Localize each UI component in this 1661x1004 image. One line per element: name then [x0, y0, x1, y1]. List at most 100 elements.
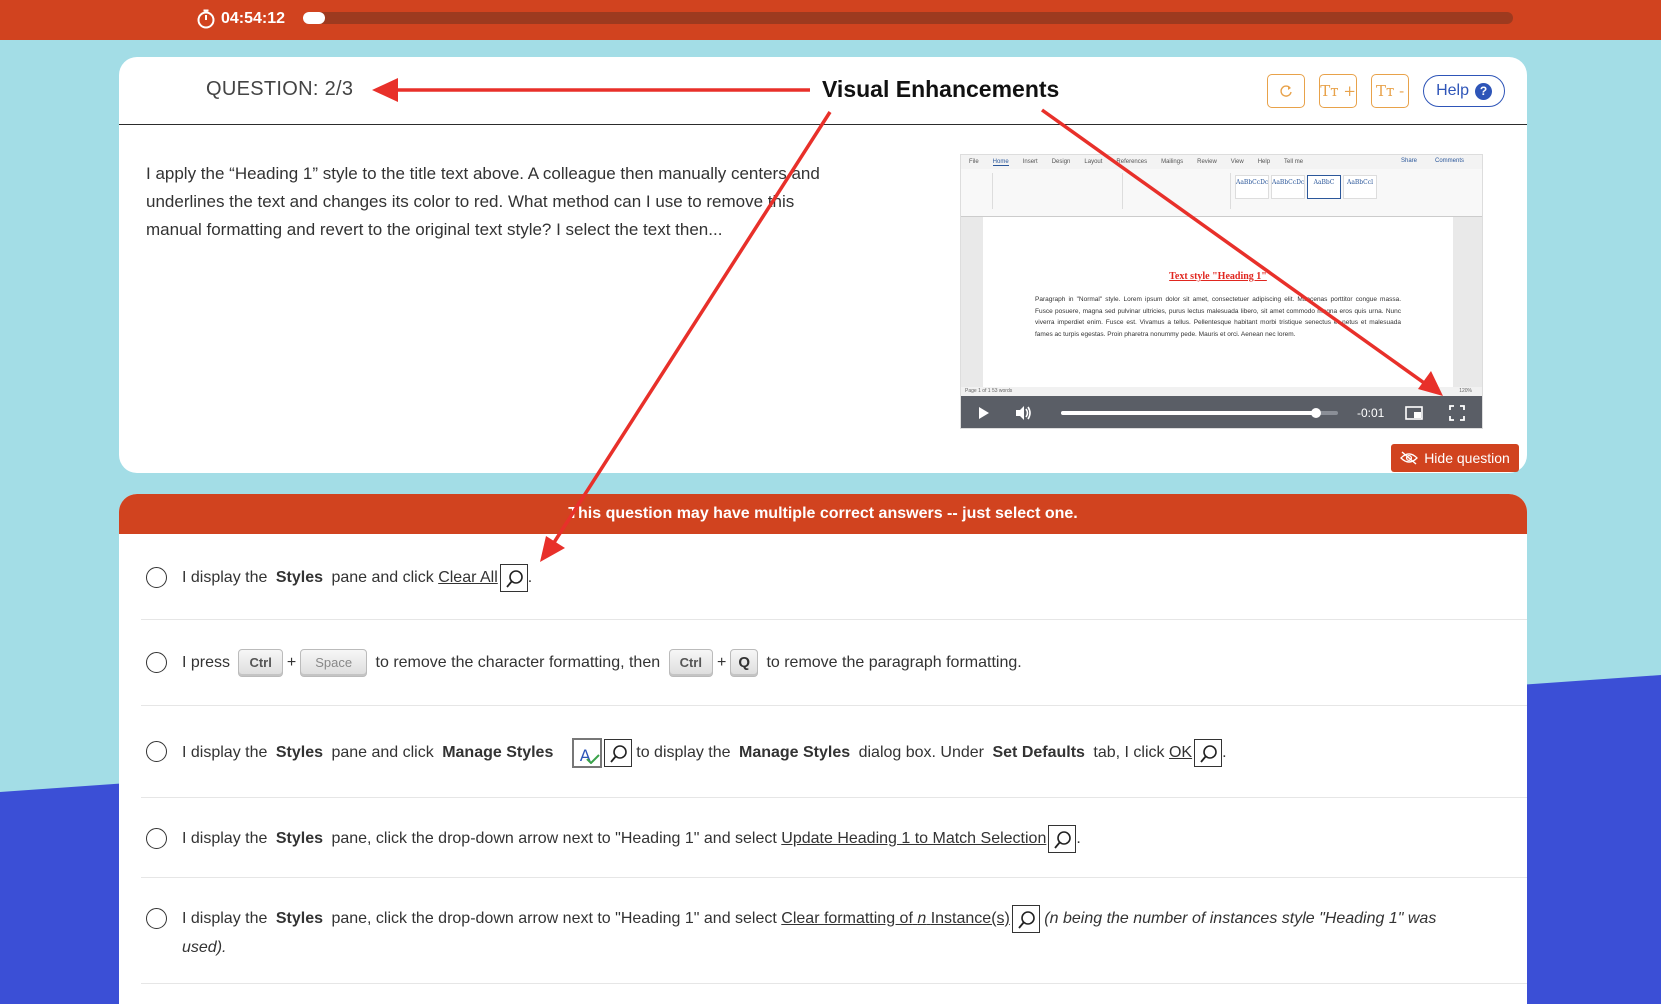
ribbon-font [995, 173, 1123, 209]
radio-button[interactable] [146, 741, 167, 762]
key-ctrl: Ctrl [238, 649, 283, 677]
option-text-part: . [1222, 744, 1227, 762]
option-bold: Styles [275, 569, 323, 587]
hide-question-label: Hide question [1424, 450, 1510, 466]
top-bar: 04:54:12 [0, 0, 1661, 40]
comments-label: Comments [1435, 158, 1465, 164]
exam-progress-bar [303, 12, 1513, 24]
option-bold: Styles [275, 744, 323, 762]
option-link[interactable]: Clear All [438, 569, 498, 586]
question-card: QUESTION: 2/3 Tт + Tт - Help ? I apply t… [119, 57, 1527, 473]
ribbon-tab: View [1230, 159, 1244, 165]
question-text: I apply the “Heading 1” style to the tit… [146, 164, 820, 239]
fullscreen-icon[interactable] [1447, 403, 1467, 423]
document-page: Text style "Heading 1" Paragraph in "Nor… [983, 217, 1453, 387]
radio-button[interactable] [146, 652, 167, 673]
status-left: Page 1 of 1 53 words [965, 388, 1013, 394]
ribbon-tab: Review [1197, 159, 1217, 165]
option-text-part: to display the [636, 744, 731, 762]
document-heading: Text style "Heading 1" [1169, 271, 1267, 282]
ribbon-tab: References [1116, 159, 1148, 165]
ribbon-body: AaBbCcDc AaBbCcDc AaBbC AaBbCcl Share Co… [961, 158, 1482, 217]
ribbon-tab: Tell me [1284, 159, 1304, 165]
radio-button[interactable] [146, 908, 167, 929]
option-text-part: . [527, 569, 533, 587]
ribbon-tab: Insert [1022, 159, 1038, 165]
play-icon[interactable] [973, 403, 993, 423]
option-bold: Styles [275, 830, 323, 848]
help-button[interactable]: Help ? [1423, 75, 1505, 107]
annotation-label: Visual Enhancements [822, 76, 1060, 102]
option-text: I press Ctrl + Space to remove the charact… [182, 649, 1022, 677]
ribbon-paragraph [1125, 173, 1231, 209]
magnifier-icon[interactable] [1048, 825, 1077, 853]
radio-button[interactable] [146, 567, 167, 588]
option-link[interactable]: OK [1169, 744, 1192, 761]
option-text: I display the Styles pane, click the dro… [182, 905, 1436, 933]
option-link[interactable]: Clear formatting of n Instance(s) [781, 910, 1010, 927]
option-text-part: I display the [182, 744, 268, 762]
option-text-part: I display the [182, 910, 268, 928]
plus-sign: + [286, 654, 297, 672]
ribbon-tab: Help [1257, 159, 1271, 165]
option-text-part: pane and click [331, 569, 434, 587]
timer-value: 04:54:12 [221, 10, 286, 27]
ribbon-clipboard [965, 173, 993, 209]
refresh-icon [1280, 85, 1292, 97]
option-text: I display the Styles pane and click Clea… [182, 564, 532, 592]
answer-option-1[interactable]: I display the Styles pane and click Clea… [141, 534, 1527, 620]
exam-progress-fill [303, 12, 325, 24]
manage-styles-icon: A [571, 738, 602, 768]
option-text: I display the Styles pane and click Mana… [182, 738, 1227, 768]
magnifier-icon[interactable] [1011, 905, 1040, 933]
option-bold: Manage Styles [442, 744, 554, 762]
video-time: -0:01 [1357, 406, 1385, 420]
style-sample: AaBbCcDc [1271, 175, 1305, 199]
video-player[interactable]: File Home Insert Design Layout References Mail… [960, 154, 1483, 429]
volume-icon[interactable] [1013, 403, 1033, 423]
answers-banner: This question may have multiple correct … [119, 494, 1527, 534]
option-text-part: . [1076, 830, 1081, 848]
video-seek-handle[interactable] [1310, 408, 1321, 418]
magnifier-icon[interactable] [499, 564, 528, 592]
magnifier-icon[interactable] [1194, 739, 1223, 767]
option-link[interactable]: Update Heading 1 to Match Selection [781, 830, 1046, 847]
document-area: Text style "Heading 1" Paragraph in "Nor… [961, 217, 1482, 387]
magnifier-icon[interactable] [603, 739, 632, 767]
question-mark-icon: ? [1475, 82, 1492, 100]
plus-sign: + [716, 654, 727, 672]
ribbon-tab: Design [1051, 159, 1071, 165]
answer-option-2[interactable]: I press Ctrl + Space to remove the charact… [141, 620, 1527, 706]
option-text: I display the Styles pane, click the dro… [182, 825, 1081, 853]
question-number: QUESTION: 2/3 [206, 78, 354, 100]
reset-button[interactable] [1267, 74, 1306, 108]
font-increase-button[interactable]: Tт + [1319, 74, 1358, 108]
key-space: Space [300, 649, 368, 677]
status-strip: Page 1 of 1 53 words 120% [961, 387, 1482, 396]
style-sample-selected: AaBbC [1307, 175, 1341, 199]
key-ctrl: Ctrl [668, 649, 713, 677]
option-bold: Set Defaults [992, 744, 1085, 762]
option-text-part: to remove the character formatting, then [375, 654, 661, 672]
answers-card: This question may have multiple correct … [119, 494, 1527, 1004]
font-decrease-button[interactable]: Tт - [1371, 74, 1410, 108]
option-text-part: pane and click [331, 744, 434, 762]
answer-option-5[interactable]: I display the Styles pane, click the dro… [141, 878, 1527, 984]
answer-option-3[interactable]: I display the Styles pane and click Mana… [141, 706, 1527, 798]
video-controls: -0:01 [961, 396, 1482, 428]
picture-in-picture-icon[interactable] [1404, 403, 1424, 423]
ribbon-tab: Layout [1084, 159, 1103, 165]
option-link-italic: n [917, 910, 927, 928]
answer-option-4[interactable]: I display the Styles pane, click the dro… [141, 798, 1527, 878]
option-text-part: I display the [182, 830, 268, 848]
status-zoom: 120% [1459, 388, 1472, 394]
video-seek-bar[interactable] [1061, 408, 1338, 418]
option-text-part: to remove the paragraph formatting. [766, 654, 1022, 672]
option-text-part: I press [182, 654, 231, 672]
radio-button[interactable] [146, 828, 167, 849]
ribbon-tab: Home [992, 158, 1009, 166]
document-paragraph: Paragraph in "Normal" style. Lorem ipsum… [1035, 296, 1401, 338]
option-text-part: tab, I click [1093, 744, 1165, 762]
hide-question-button[interactable]: Hide question [1391, 444, 1519, 472]
style-sample: AaBbCcl [1343, 175, 1377, 199]
